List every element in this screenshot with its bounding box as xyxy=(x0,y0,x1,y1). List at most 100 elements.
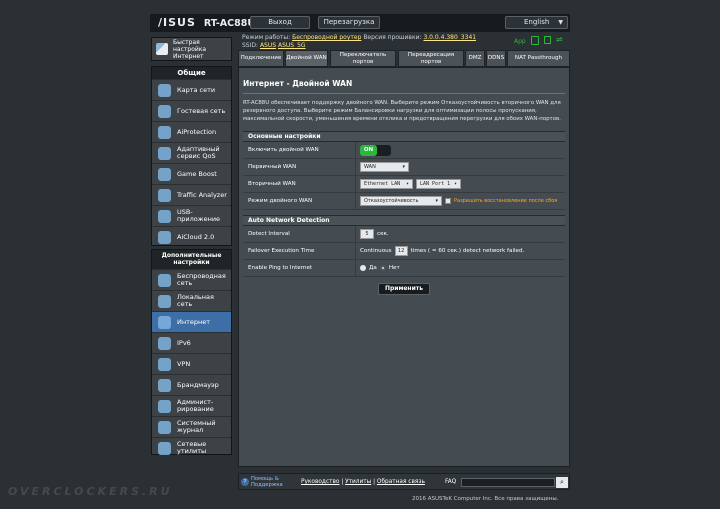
utilities-link[interactable]: Утилиты xyxy=(345,479,371,485)
sidebar-item-8[interactable]: AiCloud 2.0 xyxy=(152,226,231,247)
sidebar-adv-item-8[interactable]: Системный журнал xyxy=(152,416,231,437)
help-support-link[interactable]: Помощь & Поддержка xyxy=(251,476,291,488)
globe-icon xyxy=(158,315,171,329)
sidebar-item-1[interactable]: Карта сети xyxy=(152,79,231,100)
basic-settings-header: Основные настройки xyxy=(243,131,565,142)
sidebar-item-4[interactable]: Адаптивный сервис QoS xyxy=(152,142,231,163)
usb-icon xyxy=(158,209,171,223)
asus-logo[interactable]: /ISUS RT-AC88U xyxy=(158,16,255,29)
model-name: RT-AC88U xyxy=(203,18,256,29)
dual-wan-mode-select[interactable]: Отказоустойчивость ▾ xyxy=(360,196,442,206)
dual-wan-toggle[interactable]: ON xyxy=(360,144,391,156)
chevron-down-icon: ▾ xyxy=(435,198,438,204)
users-icon xyxy=(158,104,171,118)
copy-status-icon[interactable] xyxy=(544,36,551,44)
help-icon: ? xyxy=(241,478,249,486)
sidebar-adv-item-1[interactable]: Беспроводная сеть xyxy=(152,269,231,290)
chart-icon xyxy=(158,188,171,202)
ping-yes-radio[interactable] xyxy=(360,265,366,271)
sidebar-adv-item-2[interactable]: Локальная сеть xyxy=(152,290,231,311)
globe-icon xyxy=(158,83,171,97)
mode-link[interactable]: Беспроводной роутер xyxy=(292,34,361,41)
manual-link[interactable]: Руководство xyxy=(301,479,339,485)
faq-search-input[interactable] xyxy=(461,478,555,487)
log-icon xyxy=(158,420,171,434)
row-secondary-wan: Вторичный WAN Ethernet LAN ▾ LAN Port 1 ▾ xyxy=(243,176,565,193)
gauge-icon xyxy=(158,146,171,160)
secondary-wan-select[interactable]: Ethernet LAN ▾ xyxy=(360,179,413,189)
sidebar-adv-item-3[interactable]: Интернет xyxy=(152,311,231,332)
sidebar-adv-item-4[interactable]: IPv6 xyxy=(152,332,231,353)
tab-5[interactable]: DMZ xyxy=(465,50,485,67)
sidebar-item-2[interactable]: Гостевая сеть xyxy=(152,100,231,121)
network-detection-table: Auto Network Detection Detect Interval 5… xyxy=(243,215,565,277)
tab-4[interactable]: Переадресация портов xyxy=(398,50,464,67)
quick-setup-button[interactable]: Быстрая настройка Интернет xyxy=(151,37,232,61)
title-divider xyxy=(243,93,565,94)
primary-wan-select[interactable]: WAN ▾ xyxy=(360,162,409,172)
firmware-link[interactable]: 3.0.0.4.380_3341 xyxy=(423,34,476,41)
secondary-port-select[interactable]: LAN Port 1 ▾ xyxy=(416,179,461,189)
sidebar-item-7[interactable]: USB-приложение xyxy=(152,205,231,226)
usb-icon[interactable]: ⇌ xyxy=(556,35,563,44)
tab-3[interactable]: Переключатель портов xyxy=(330,50,396,67)
tab-1[interactable]: Подключение xyxy=(238,50,284,67)
client-status-icon[interactable] xyxy=(531,36,539,45)
vpn-icon xyxy=(158,357,171,371)
general-header: Общие xyxy=(152,67,231,79)
language-select[interactable]: English ▼ xyxy=(505,16,568,29)
row-enable-ping: Enable Ping to Internet Да Нет xyxy=(243,260,565,277)
main-panel: Интернет - Двойной WAN RT-AC88U обеспечи… xyxy=(238,67,570,467)
reboot-button[interactable]: Перезагрузка xyxy=(318,16,380,29)
sidebar-adv-item-6[interactable]: Брандмауэр xyxy=(152,374,231,395)
wand-icon xyxy=(156,43,168,55)
footer-bar: ? Помощь & Поддержка Руководство | Утили… xyxy=(238,473,570,490)
sidebar-item-5[interactable]: Game Boost xyxy=(152,163,231,184)
home-icon xyxy=(158,294,171,308)
failback-checkbox[interactable] xyxy=(445,198,451,204)
ssid-5g-link[interactable]: ASUS_5G xyxy=(278,42,306,49)
chevron-down-icon: ▼ xyxy=(558,19,563,26)
logout-button[interactable]: Выход xyxy=(250,16,310,29)
wifi-icon xyxy=(158,273,171,287)
admin-icon xyxy=(158,399,171,413)
cloud-icon xyxy=(158,230,171,244)
sidebar-adv-item-9[interactable]: Сетевые утилиты xyxy=(152,437,231,458)
app-label[interactable]: App xyxy=(514,38,526,45)
game-icon xyxy=(158,167,171,181)
advanced-header: Дополнительные настройки xyxy=(152,250,231,269)
ipv6-icon xyxy=(158,336,171,350)
tab-6[interactable]: DDNS xyxy=(486,50,506,67)
tab-7[interactable]: NAT Passthrough xyxy=(507,50,570,67)
sidebar-item-6[interactable]: Traffic Analyzer xyxy=(152,184,231,205)
ssid-2g-link[interactable]: ASUS xyxy=(260,42,276,49)
copyright: 2016 ASUSTeK Computer Inc. Все права защ… xyxy=(412,496,559,502)
sidebar-item-3[interactable]: AiProtection xyxy=(152,121,231,142)
basic-settings-table: Основные настройки Включить двойной WAN … xyxy=(243,131,565,210)
tab-2[interactable]: Двойной WAN xyxy=(285,50,328,67)
row-failover-time: Failover Execution Time Continuous 12 ti… xyxy=(243,243,565,260)
firewall-icon xyxy=(158,378,171,392)
search-icon[interactable]: ⌕ xyxy=(556,477,568,488)
page-title: Интернет - Двойной WAN xyxy=(243,79,353,88)
row-enable-dual-wan: Включить двойной WAN ON xyxy=(243,142,565,159)
ping-no-radio[interactable] xyxy=(379,265,386,271)
network-detection-header: Auto Network Detection xyxy=(243,215,565,226)
faq-label: FAQ xyxy=(445,479,457,485)
sidebar-adv-item-5[interactable]: VPN xyxy=(152,353,231,374)
chevron-down-icon: ▾ xyxy=(453,181,457,187)
sidebar-advanced: Дополнительные настройки Беспроводная се… xyxy=(151,249,232,455)
failover-count-input[interactable]: 12 xyxy=(394,246,408,256)
apply-button[interactable]: Применить xyxy=(378,283,430,295)
tools-icon xyxy=(158,441,171,455)
page-description: RT-AC88U обеспечивает поддержку двойного… xyxy=(243,100,561,122)
sidebar-general: Общие Карта сети Гостевая сеть AiProtectio… xyxy=(151,66,232,246)
status-strip: Режим работы: Беспроводной роутер Версия… xyxy=(242,34,563,49)
sidebar-adv-item-7[interactable]: Админист-рирование xyxy=(152,395,231,416)
row-primary-wan: Первичный WAN WAN ▾ xyxy=(243,159,565,176)
feedback-link[interactable]: Обратная связь xyxy=(377,479,425,485)
detect-interval-input[interactable]: 5 xyxy=(360,229,374,239)
row-dual-wan-mode: Режим двойного WAN Отказоустойчивость ▾ Р… xyxy=(243,193,565,210)
row-detect-interval: Detect Interval 5 сек. xyxy=(243,226,565,243)
shield-icon xyxy=(158,125,171,139)
